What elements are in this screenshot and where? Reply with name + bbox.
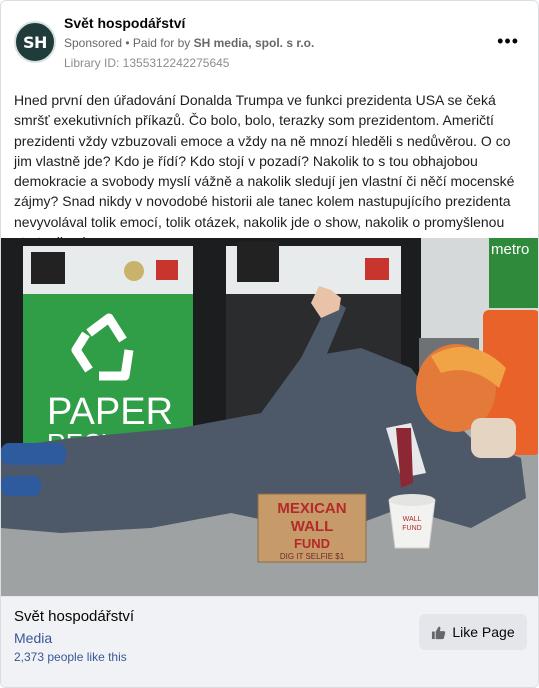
ad-footer: Svět hospodářství Media 2,373 people lik… (1, 596, 538, 687)
sign-line-1: MEXICAN (277, 500, 346, 517)
post-text: Hned první den úřadování Donalda Trumpa … (14, 92, 515, 250)
paid-for-prefix: Paid for by (132, 36, 194, 50)
footer-likes-count[interactable]: 2,373 people like this (14, 650, 127, 664)
donation-cup (388, 499, 436, 549)
meta-separator: • (122, 36, 133, 50)
library-id: Library ID: 1355312242275645 (64, 56, 230, 70)
paid-for-name: SH media, spol. s r.o. (193, 36, 315, 50)
page-name-link[interactable]: Svět hospodářství (64, 15, 185, 31)
sign-line-4: DIG IT SELFIE $1 (280, 552, 345, 561)
cup-line-1: WALL (403, 516, 422, 523)
ad-card: SH Svět hospodářství Sponsored • Paid fo… (0, 0, 539, 688)
page-avatar[interactable]: SH (14, 21, 56, 63)
more-dots-icon[interactable]: ••• (497, 31, 519, 52)
footer-category[interactable]: Media (14, 630, 52, 646)
metro-label: metro (491, 241, 529, 258)
post-header: SH Svět hospodářství Sponsored • Paid fo… (14, 11, 529, 71)
sponsored-meta: Sponsored • Paid for by SH media, spol. … (64, 36, 314, 50)
sign-line-3: FUND (294, 536, 330, 551)
sponsored-label: Sponsored (64, 36, 123, 50)
like-page-button[interactable]: Like Page (419, 614, 527, 650)
ad-photo: PAPER RECYCLING metro MEXICAN WALL FUND (1, 238, 538, 596)
thumbs-up-icon (432, 626, 446, 639)
cup-line-2: FUND (402, 525, 421, 532)
like-page-label: Like Page (452, 624, 515, 640)
avatar-initials: SH (23, 32, 47, 52)
sign-line-2: WALL (291, 518, 334, 535)
footer-page-name[interactable]: Svět hospodářství (14, 608, 134, 625)
bin-paper-label: PAPER (47, 391, 173, 433)
